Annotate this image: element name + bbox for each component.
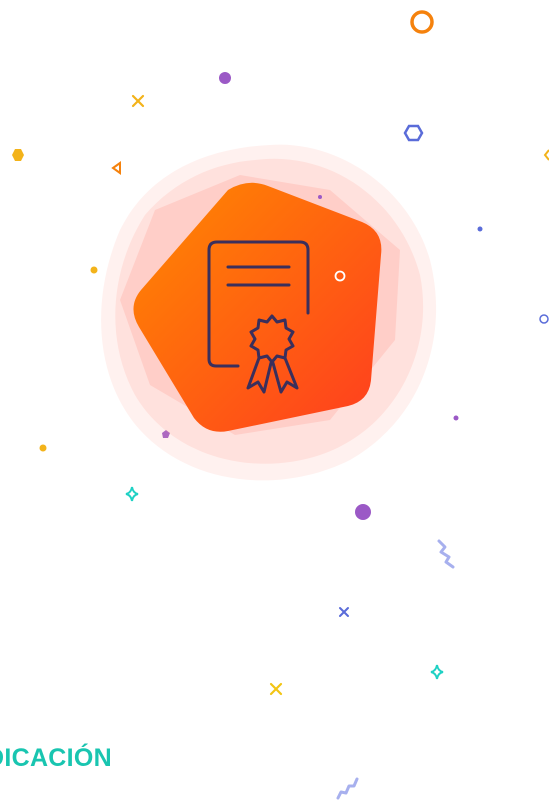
certificate-badge-illustration (101, 144, 437, 481)
slide-canvas: DICACIÓN (0, 0, 549, 801)
section-heading: DICACIÓN (0, 744, 113, 772)
purple-tiny-dot-icon (318, 195, 322, 199)
